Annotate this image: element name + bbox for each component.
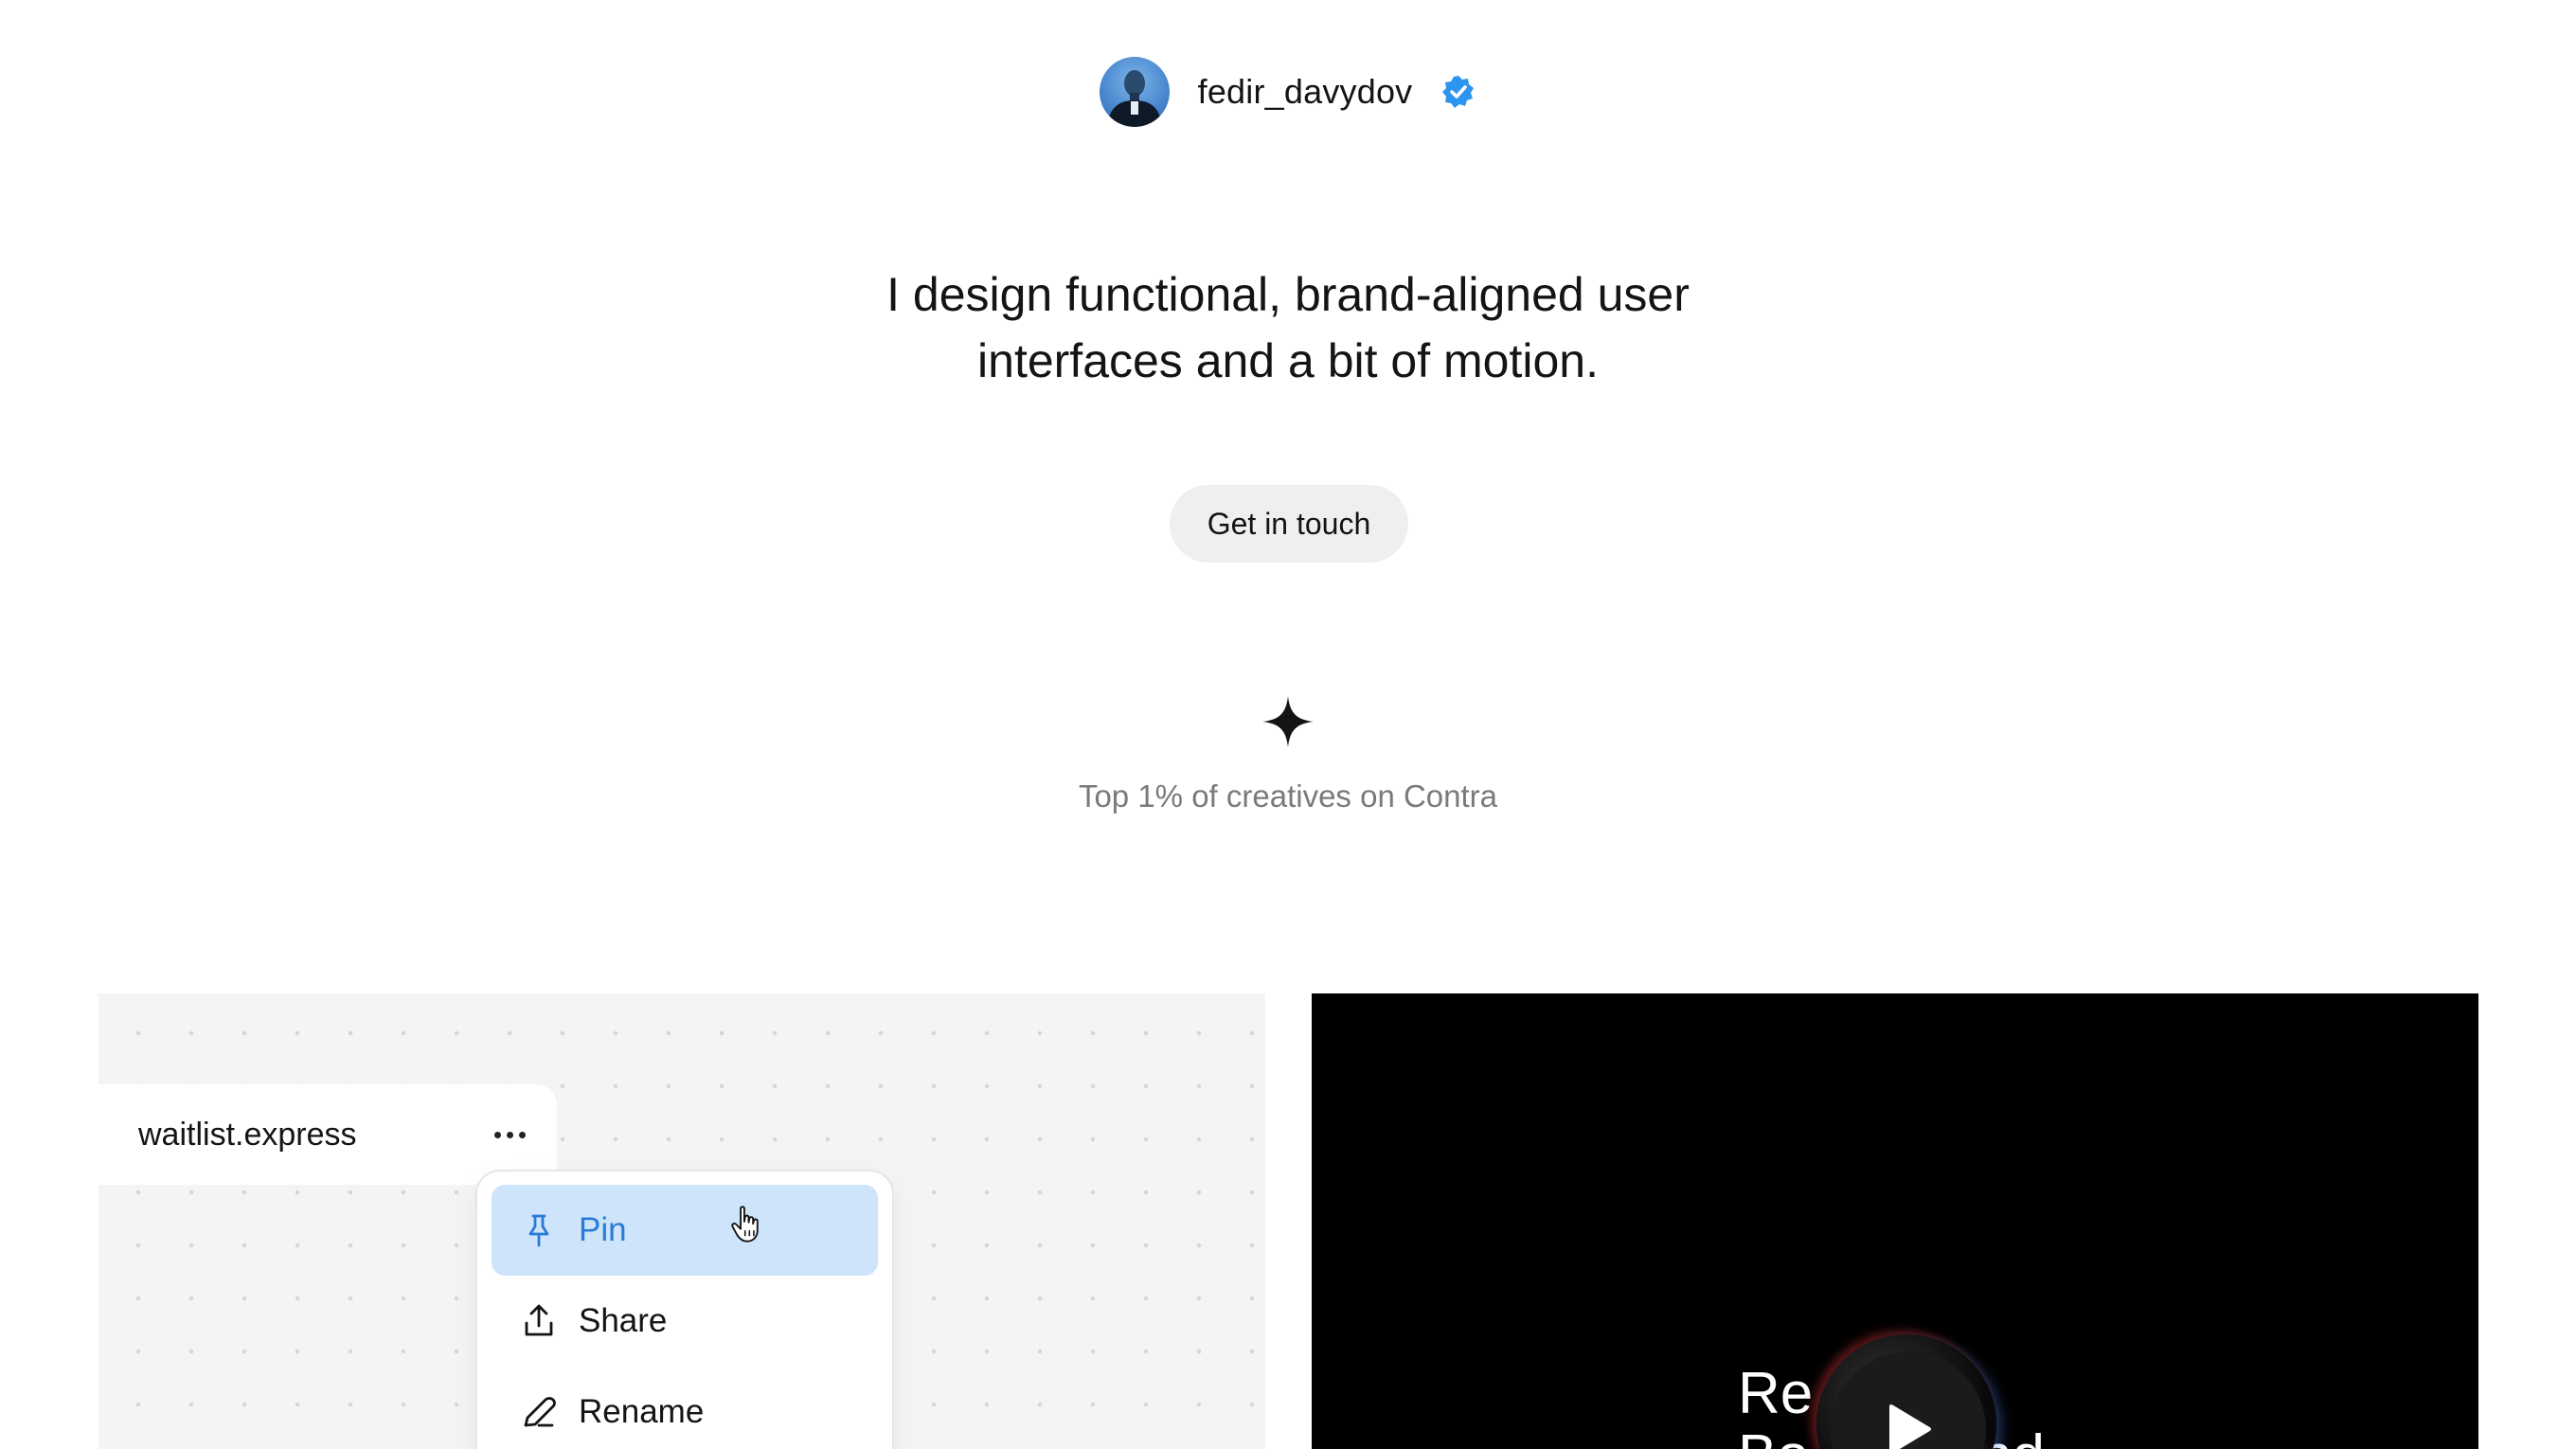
- menu-item-label: Rename: [579, 1393, 705, 1430]
- project-card-video[interactable]: Re Ba nd: [1312, 993, 2478, 1449]
- menu-item-label: Share: [579, 1302, 668, 1339]
- get-in-touch-button[interactable]: Get in touch: [1170, 485, 1408, 563]
- play-icon: [1889, 1404, 1931, 1449]
- username[interactable]: fedir_davydov: [1198, 72, 1413, 112]
- avatar[interactable]: [1099, 57, 1170, 127]
- menu-item-share[interactable]: Share: [492, 1276, 878, 1367]
- context-menu: Pin Share Rename: [475, 1170, 894, 1449]
- menu-item-pin[interactable]: Pin: [492, 1185, 878, 1276]
- menu-item-label: Pin: [579, 1211, 627, 1248]
- verified-badge-icon: [1440, 74, 1476, 110]
- share-icon: [525, 1304, 553, 1336]
- pencil-icon: [524, 1397, 556, 1427]
- portfolio-page: fedir_davydov I design functional, brand…: [0, 0, 2576, 1449]
- sparkle-icon: [1262, 696, 1314, 747]
- top-creative-badge-text: Top 1% of creatives on Contra: [1078, 778, 1498, 814]
- hand-pointer-cursor-icon: [731, 1206, 759, 1243]
- profile-header: fedir_davydov: [0, 57, 2576, 127]
- headline-line-1: I design functional, brand-aligned user: [886, 268, 1690, 321]
- headline-line-2: interfaces and a bit of motion.: [977, 334, 1599, 387]
- project-card-waitlist[interactable]: waitlist.express Pin Share Rename: [98, 993, 1265, 1449]
- headline: I design functional, brand-aligned user …: [0, 261, 2576, 394]
- video-title-line-1: Re: [1738, 1361, 1814, 1426]
- more-horizontal-icon[interactable]: [489, 1116, 530, 1154]
- file-tab-label: waitlist.express: [138, 1116, 357, 1153]
- pin-icon: [528, 1214, 549, 1247]
- file-tab[interactable]: waitlist.express: [98, 1084, 557, 1185]
- menu-item-rename[interactable]: Rename: [492, 1367, 878, 1449]
- person-silhouette-icon: [1106, 70, 1162, 127]
- video-title-line-2: Ba: [1738, 1425, 1813, 1449]
- video-title: Re Ba: [1738, 1363, 1813, 1449]
